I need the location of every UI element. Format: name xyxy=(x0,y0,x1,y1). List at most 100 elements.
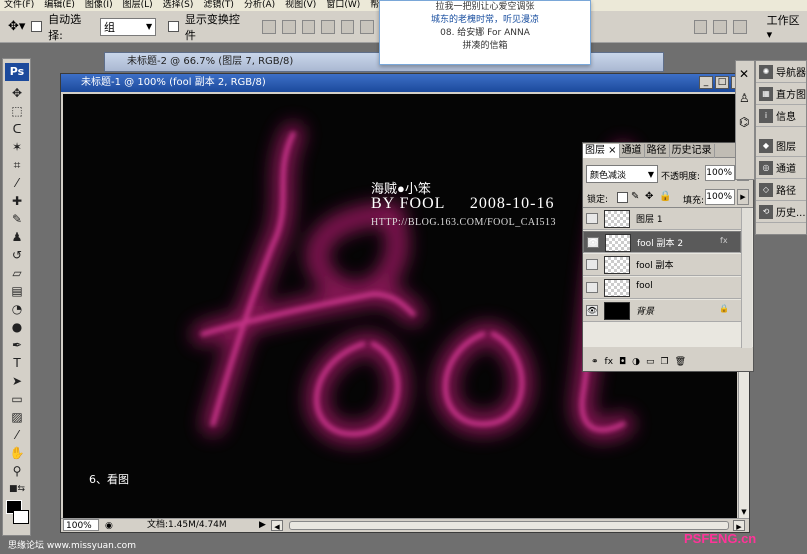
tab-paths[interactable]: 路径 xyxy=(645,144,670,158)
fx-icon[interactable]: fx xyxy=(720,236,728,245)
hscroll-left-icon[interactable]: ◀ xyxy=(271,520,283,531)
dock-layers[interactable]: ◆ 图层 xyxy=(756,135,806,157)
status-menu-icon[interactable]: ◉ xyxy=(105,520,113,533)
dock-info[interactable]: i 信息 xyxy=(756,105,806,127)
dock-channels[interactable]: ◎ 通道 xyxy=(756,157,806,179)
eyedropper-tool-icon[interactable]: ⁄ xyxy=(7,175,27,192)
layer-row-4[interactable]: fool xyxy=(583,277,741,299)
align-right-icon[interactable] xyxy=(360,19,374,34)
layer-mask-icon[interactable]: ◘ xyxy=(619,357,626,367)
move-tool-icon[interactable]: ✥▾ xyxy=(8,19,25,34)
blur-tool-icon[interactable]: ◔ xyxy=(7,301,27,318)
shape-tool-icon[interactable]: ▭ xyxy=(7,391,27,408)
swap-colors-icon[interactable]: ■⇆ xyxy=(7,481,27,498)
dock-history[interactable]: ⟲ 历史... xyxy=(756,201,806,223)
menu-select[interactable]: 选择(S) xyxy=(163,0,194,11)
auto-select-dropdown[interactable]: 组 ▼ xyxy=(100,17,157,36)
maximize-icon[interactable]: □ xyxy=(715,76,729,89)
minimize-icon[interactable]: _ xyxy=(699,76,713,89)
zoom-field[interactable]: 100% xyxy=(63,519,99,531)
pen-tool-icon[interactable]: ✒ xyxy=(7,337,27,354)
layer-visibility-toggle[interactable] xyxy=(586,282,598,293)
align-bottom-icon[interactable] xyxy=(301,19,316,34)
menu-filter[interactable]: 滤镜(T) xyxy=(203,0,234,11)
tools-dock-icon[interactable]: ✕ xyxy=(739,67,751,81)
lock-move-icon[interactable]: ✥ xyxy=(645,191,653,202)
link-layers-icon[interactable]: ⚭ xyxy=(591,357,599,367)
scroll-down-icon[interactable]: ▼ xyxy=(739,508,749,518)
crop-tool-icon[interactable]: ⌗ xyxy=(7,157,27,174)
move-tool-icon[interactable]: ✥ xyxy=(7,85,27,102)
notes-tool-icon[interactable]: ▨ xyxy=(7,409,27,426)
lock-paint-icon[interactable]: ✎ xyxy=(631,191,639,202)
gradient-tool-icon[interactable]: ▤ xyxy=(7,283,27,300)
stamp-dock-icon[interactable]: ⌬ xyxy=(739,115,751,129)
menu-layer[interactable]: 图层(L) xyxy=(123,0,153,11)
show-transform-checkbox[interactable] xyxy=(168,21,179,32)
magic-wand-icon[interactable]: ✶ xyxy=(7,139,27,156)
align-hcenter-icon[interactable] xyxy=(340,19,355,34)
lasso-tool-icon[interactable]: ᑕ xyxy=(7,121,27,138)
menu-file[interactable]: 文件(F) xyxy=(4,0,34,11)
layers-scrollbar[interactable] xyxy=(741,208,752,348)
lock-transparent-icon[interactable] xyxy=(617,192,628,203)
menu-image[interactable]: 图像(I) xyxy=(85,0,113,11)
layer-row-3[interactable]: fool 副本 xyxy=(583,254,741,276)
adjustment-layer-icon[interactable]: ◑ xyxy=(632,357,640,367)
layer-style-icon[interactable]: fx xyxy=(605,357,614,367)
layer-visibility-toggle[interactable] xyxy=(586,213,598,224)
layer-row-2[interactable]: 👁 fool 副本 2 fx xyxy=(583,231,741,253)
history-brush-icon[interactable]: ↺ xyxy=(7,247,27,264)
lock-all-icon[interactable]: 🔒 xyxy=(659,191,671,202)
horizontal-scrollbar[interactable] xyxy=(289,521,729,530)
align-left-icon[interactable] xyxy=(321,19,335,34)
dist-a-icon[interactable] xyxy=(693,19,708,34)
workspace-button[interactable]: 工作区 ▾ xyxy=(767,12,807,41)
layer-row-1[interactable]: 图层 1 xyxy=(583,208,741,230)
new-layer-icon[interactable]: ❐ xyxy=(661,357,669,367)
align-vcenter-icon[interactable] xyxy=(281,19,296,34)
menu-view[interactable]: 视图(V) xyxy=(285,0,316,11)
menu-edit[interactable]: 编辑(E) xyxy=(44,0,75,11)
dock-paths[interactable]: ◇ 路径 xyxy=(756,179,806,201)
dock-histogram[interactable]: ▦ 直方图 xyxy=(756,83,806,105)
auto-select-checkbox[interactable] xyxy=(31,21,43,32)
eraser-tool-icon[interactable]: ▱ xyxy=(7,265,27,282)
dodge-tool-icon[interactable]: ● xyxy=(7,319,27,336)
opacity-field[interactable]: 100% xyxy=(705,165,735,181)
music-notification-popup[interactable]: 拉我一把别让心爱空调张 城东的老槐时常，听见漫凉 08. 给安娜 For ANN… xyxy=(379,0,591,65)
layer-row-5[interactable]: 👁 背景 🔒 xyxy=(583,300,741,322)
fill-arrow-icon[interactable]: ▶ xyxy=(737,189,749,205)
brush-tool-icon[interactable]: ✎ xyxy=(7,211,27,228)
delete-layer-icon[interactable]: 🗑 xyxy=(675,357,686,367)
marquee-tool-icon[interactable]: ⬚ xyxy=(7,103,27,120)
type-tool-icon[interactable]: T xyxy=(7,355,27,372)
eyedropper2-icon[interactable]: ⁄ xyxy=(7,427,27,444)
blend-mode-dropdown[interactable]: 颜色减淡 ▼ xyxy=(586,165,658,183)
status-arrow-icon[interactable]: ▶ xyxy=(259,519,266,532)
healing-brush-icon[interactable]: ✚ xyxy=(7,193,27,210)
new-group-icon[interactable]: ▭ xyxy=(646,357,655,367)
hscroll-right-icon[interactable]: ▶ xyxy=(733,520,745,531)
menu-window[interactable]: 窗口(W) xyxy=(326,0,360,11)
menu-help[interactable]: 帮 xyxy=(370,0,379,11)
zoom-tool-icon[interactable]: ⚲ xyxy=(7,463,27,480)
path-select-icon[interactable]: ➤ xyxy=(7,373,27,390)
dist-b-icon[interactable] xyxy=(713,19,728,34)
background-color-swatch[interactable] xyxy=(13,510,29,524)
tab-history[interactable]: 历史记录 xyxy=(670,144,715,158)
tab-channels[interactable]: 通道 xyxy=(620,144,645,158)
menu-analysis[interactable]: 分析(A) xyxy=(244,0,275,11)
hand-tool-icon[interactable]: ✋ xyxy=(7,445,27,462)
doc1-titlebar[interactable]: 未标题-1 @ 100% (fool 副本 2, RGB/8) _ □ × xyxy=(61,74,749,92)
dist-c-icon[interactable] xyxy=(733,19,747,34)
eye-icon[interactable]: 👁 xyxy=(586,305,598,316)
layer-visibility-toggle[interactable] xyxy=(586,259,598,270)
tab-layers[interactable]: 图层 × xyxy=(583,144,620,158)
eye-icon[interactable]: 👁 xyxy=(587,237,599,248)
fill-field[interactable]: 100% xyxy=(705,189,735,205)
stamp-tool-icon[interactable]: ♟ xyxy=(7,229,27,246)
brush-dock-icon[interactable]: ♙ xyxy=(739,91,751,105)
align-top-icon[interactable] xyxy=(262,19,276,34)
dock-navigator[interactable]: ✺ 导航器 xyxy=(756,61,806,83)
